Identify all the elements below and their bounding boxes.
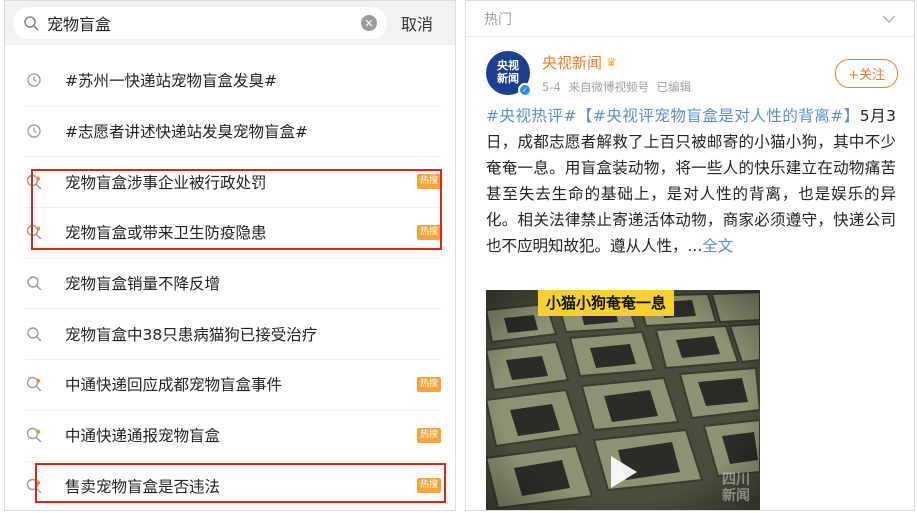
suggestion-item[interactable]: #苏州一快递站宠物盲盒发臭# bbox=[5, 55, 455, 106]
search-input[interactable] bbox=[47, 13, 317, 33]
section-title: 热门 bbox=[484, 11, 512, 28]
author-name[interactable]: 央视新闻 bbox=[542, 52, 602, 73]
full-text-link[interactable]: 全文 bbox=[702, 237, 733, 255]
suggestion-list: #苏州一快递站宠物盲盒发臭# #志愿者讲述快递站发臭宠物盲盒# 宠物盲盒涉事企业被行… bbox=[5, 55, 455, 510]
video-caption: 小猫小狗奄奄一息 bbox=[538, 290, 675, 316]
suggestion-item[interactable]: 宠物盲盒中38只患病猫狗已接受治疗 bbox=[5, 308, 455, 359]
suggestion-item[interactable]: 宠物盲盒销量不降反增 bbox=[5, 257, 455, 309]
post-date: 5-4 bbox=[542, 79, 561, 94]
suggestion-item[interactable]: #志愿者讲述快递站发臭宠物盲盒# bbox=[5, 105, 455, 157]
video-thumbnail[interactable]: 小猫小狗奄奄一息 四川 新闻 bbox=[486, 290, 760, 510]
search-icon bbox=[25, 325, 43, 343]
crown-icon: ♛ bbox=[606, 55, 617, 69]
play-icon[interactable] bbox=[611, 456, 637, 488]
follow-button[interactable]: +关注 bbox=[835, 58, 898, 88]
highlight-box-bottom bbox=[35, 463, 446, 503]
suggestion-label: 中通快递通报宠物盲盒 bbox=[65, 427, 221, 446]
clock-icon bbox=[25, 71, 43, 89]
avatar[interactable]: 央视 新闻 ✓ bbox=[486, 51, 532, 97]
suggestion-label: #苏州一快递站宠物盲盒发臭# bbox=[65, 72, 277, 91]
suggestion-label: #志愿者讲述快递站发臭宠物盲盒# bbox=[65, 123, 308, 142]
search-box[interactable]: ✕ bbox=[13, 7, 387, 39]
search-suggestion-panel: ✕ 取消 #苏州一快递站宠物盲盒发臭##志愿者讲述快递站发臭宠物盲盒#宠物盲盒涉… bbox=[4, 0, 456, 511]
clear-icon[interactable]: ✕ bbox=[361, 15, 377, 31]
hot-badge: 热搜 bbox=[416, 427, 441, 443]
post-header: 央视 新闻 ✓ 央视新闻 ♛ 5-4 来自微博视频号 已编辑 +关注 bbox=[466, 37, 914, 97]
post-meta: 央视新闻 ♛ 5-4 来自微博视频号 已编辑 bbox=[542, 52, 695, 95]
suggestion-label: 中通快递回应成都宠物盲盒事件 bbox=[65, 376, 283, 395]
clock-icon bbox=[25, 122, 43, 140]
search-bar: ✕ 取消 bbox=[5, 1, 455, 45]
weibo-post-panel: 热门 央视 新闻 ✓ 央视新闻 ♛ 5-4 来自微博视频号 已编辑 +关注 #央… bbox=[465, 0, 915, 511]
suggestion-item[interactable]: 中通快递通报宠物盲盒 热搜 bbox=[5, 409, 455, 461]
hot-search-icon bbox=[25, 426, 43, 444]
screenshot-root: ✕ 取消 #苏州一快递站宠物盲盒发臭##志愿者讲述快递站发臭宠物盲盒#宠物盲盒涉… bbox=[0, 0, 917, 513]
hot-section-header[interactable]: 热门 bbox=[466, 1, 914, 37]
watermark-logo: 四川 新闻 bbox=[722, 472, 750, 504]
suggestion-item[interactable]: 中通快递回应成都宠物盲盒事件 热搜 bbox=[5, 359, 455, 410]
avatar-text-line2: 新闻 bbox=[497, 72, 519, 85]
cancel-button[interactable]: 取消 bbox=[401, 11, 433, 35]
search-icon bbox=[24, 16, 39, 31]
suggestion-label: 宠物盲盒销量不降反增 bbox=[65, 275, 221, 294]
post-source: 来自微博视频号 bbox=[568, 79, 649, 94]
suggestion-label: 宠物盲盒中38只患病猫狗已接受治疗 bbox=[65, 325, 318, 344]
chevron-down-icon[interactable] bbox=[882, 14, 896, 24]
post-body-text: 5月3日，成都志愿者解救了上百只被邮寄的小猫小狗，其中不少奄奄一息。用盲盒装动物… bbox=[486, 107, 896, 255]
verified-icon: ✓ bbox=[518, 83, 532, 97]
hot-search-icon bbox=[25, 375, 43, 393]
search-icon bbox=[25, 274, 43, 292]
highlight-box-top bbox=[31, 169, 442, 250]
edited-label: 已编辑 bbox=[656, 79, 692, 94]
post-text: #央视热评#【#央视评宠物盲盒是对人性的背离#】5月3日，成都志愿者解救了上百只… bbox=[466, 95, 914, 259]
hashtag-link-1[interactable]: #央视热评# bbox=[486, 107, 576, 125]
hot-badge: 热搜 bbox=[416, 377, 441, 392]
hashtag-link-2[interactable]: 【#央视评宠物盲盒是对人性的背离#】 bbox=[576, 107, 859, 125]
